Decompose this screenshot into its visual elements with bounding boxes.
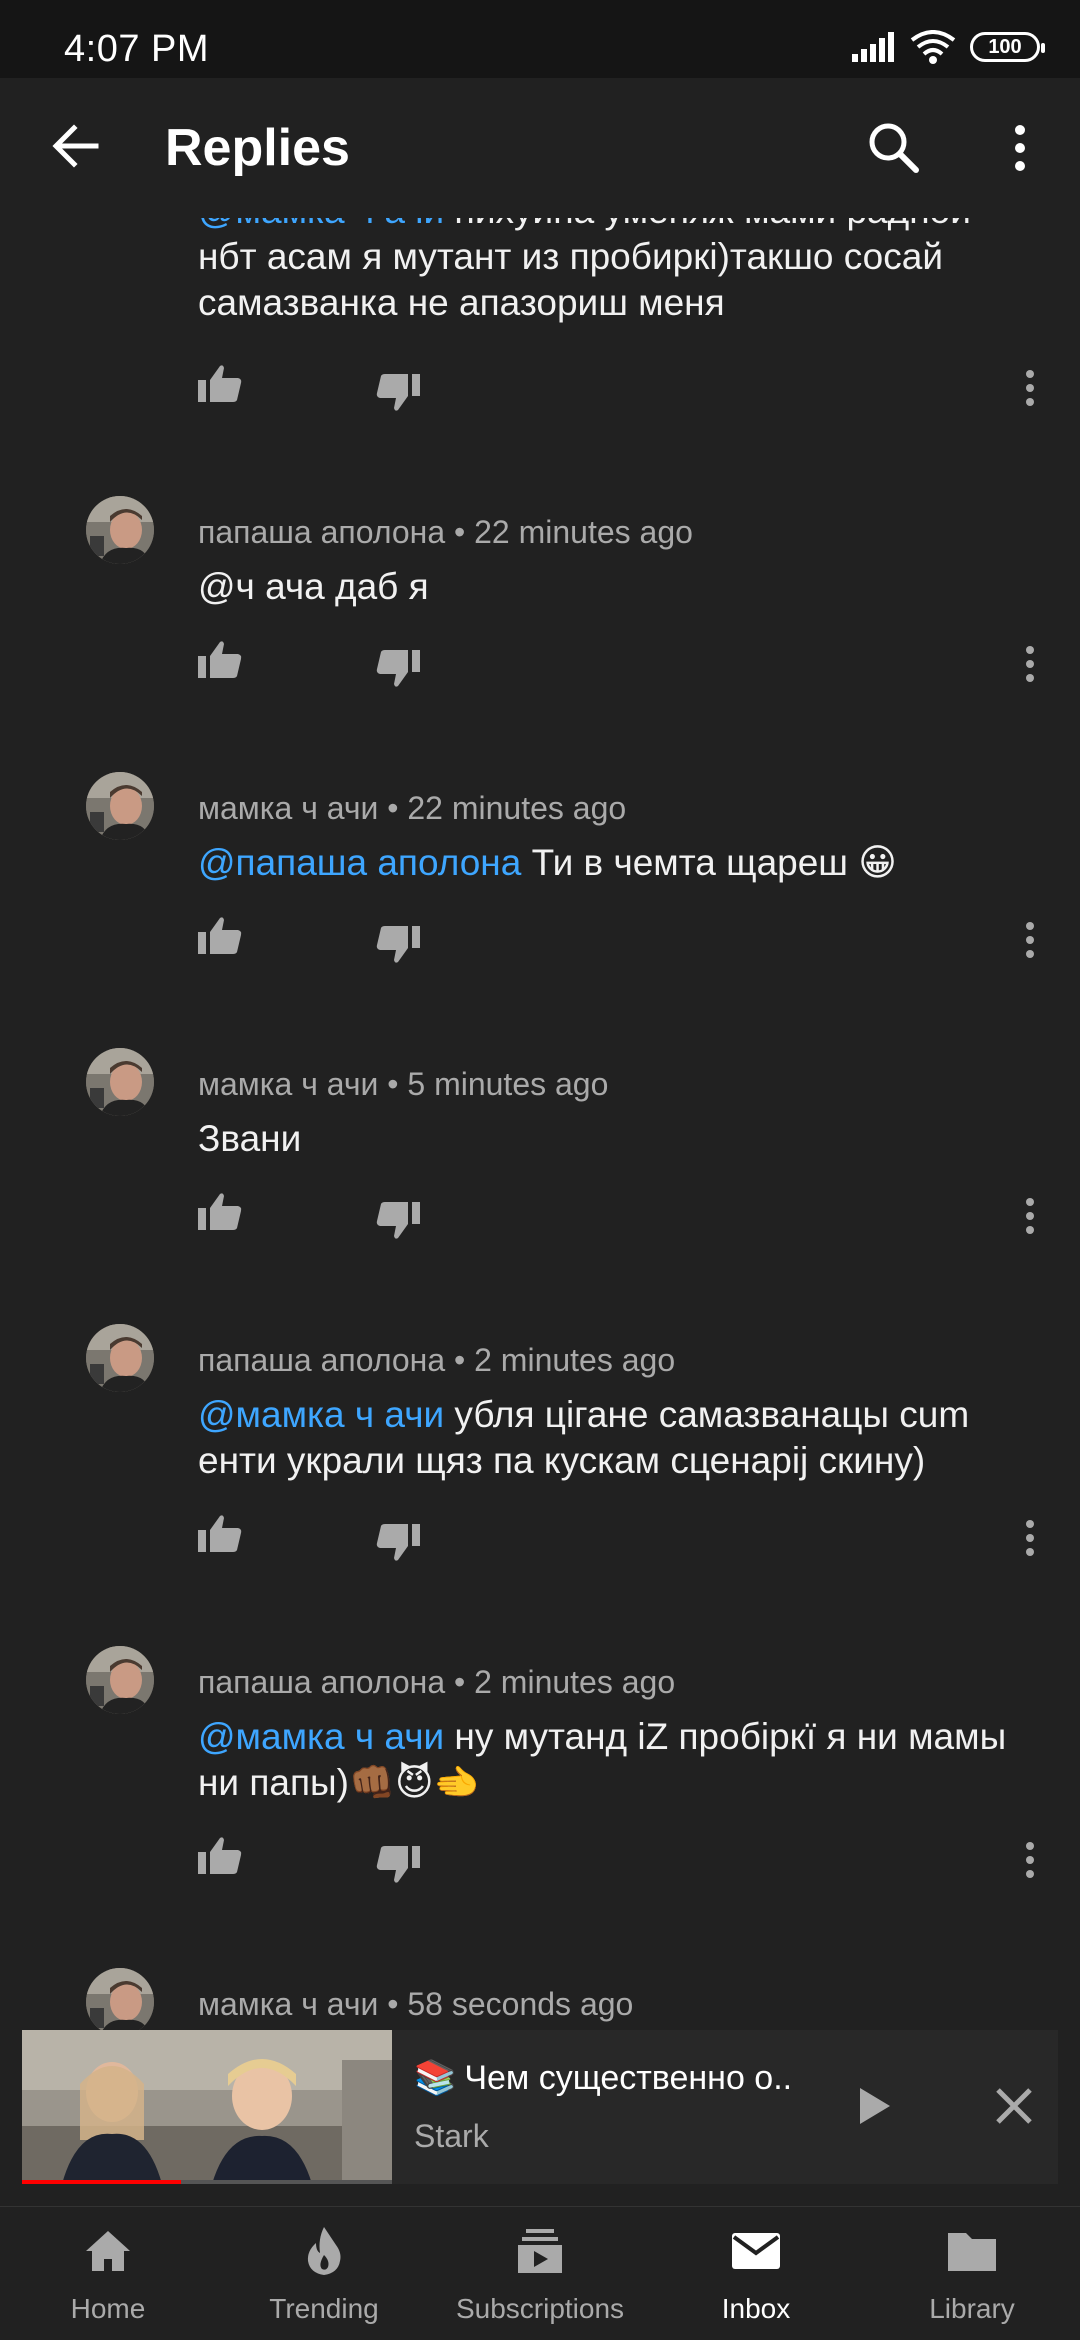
- comment-mention[interactable]: @мамка ч ачи: [198, 1716, 444, 1757]
- status-icons: 100: [852, 30, 1045, 64]
- meta-separator: •: [378, 1066, 408, 1102]
- comment-meta: папаша аполона • 2 minutes ago: [198, 1664, 675, 1701]
- play-icon[interactable]: [844, 2078, 900, 2134]
- dislike-icon[interactable]: [374, 1840, 422, 1888]
- nav-label: Trending: [269, 2293, 379, 2324]
- dislike-icon[interactable]: [374, 1196, 422, 1244]
- comment-meta: папаша аполона • 2 minutes ago: [198, 1342, 675, 1379]
- like-icon[interactable]: [196, 1510, 244, 1558]
- comment-mention[interactable]: @мамка ч ачи: [198, 1394, 444, 1435]
- comment-text-line: нихуина уменяж мами радной: [444, 218, 971, 231]
- nav-label: Subscriptions: [455, 2293, 625, 2324]
- inbox-mail-icon: [732, 2233, 780, 2269]
- comment-text: @ч ача даб я: [198, 566, 429, 607]
- comment-text-rest: нбт асам я мутант из пробиркі)такшо соса…: [198, 236, 944, 323]
- trending-flame-icon: [307, 2227, 341, 2275]
- avatar[interactable]: [86, 496, 154, 564]
- avatar[interactable]: [86, 1048, 154, 1116]
- mini-player-title: 📚 Чем существенно о..: [414, 2058, 792, 2098]
- avatar[interactable]: [86, 772, 154, 840]
- comment-age: 2 minutes ago: [474, 1342, 676, 1378]
- more-vert-icon[interactable]: [1000, 116, 1040, 180]
- avatar[interactable]: [86, 1646, 154, 1714]
- meta-separator: •: [378, 790, 408, 826]
- comment-menu-icon[interactable]: [1012, 1836, 1048, 1884]
- replies-list[interactable]: @мамка ч ачи нихуина уменяж мами радной …: [0, 218, 1080, 2030]
- battery-icon: 100: [970, 32, 1045, 62]
- comment-menu-icon[interactable]: [1012, 1192, 1048, 1240]
- avatar[interactable]: [86, 1968, 154, 2030]
- nav-trending[interactable]: Trending: [216, 2207, 432, 2340]
- comment-mention[interactable]: @мамка ч ачи: [198, 218, 444, 231]
- meta-separator: •: [378, 1986, 408, 2022]
- app-bar: Replies: [0, 78, 1080, 218]
- mini-player-progress: [22, 2180, 181, 2184]
- comment-text: Звани: [198, 1118, 302, 1159]
- comment-author[interactable]: папаша аполона: [198, 514, 445, 550]
- dislike-icon[interactable]: [374, 644, 422, 692]
- subscriptions-icon: [518, 2229, 562, 2273]
- comment-body: Ти в чемта щареш 😀: [521, 842, 897, 883]
- like-icon[interactable]: [196, 912, 244, 960]
- comment-author[interactable]: папаша аполона: [198, 1664, 445, 1700]
- comment-meta: папаша аполона • 22 minutes ago: [198, 514, 693, 551]
- like-icon[interactable]: [196, 636, 244, 684]
- dislike-icon[interactable]: [374, 1518, 422, 1566]
- comment-text: @папаша аполона Ти в чемта щареш 😀: [198, 840, 1038, 886]
- comment-author[interactable]: папаша аполона: [198, 1342, 445, 1378]
- comment-meta: мамка ч ачи • 22 minutes ago: [198, 790, 626, 827]
- close-icon[interactable]: [986, 2078, 1042, 2134]
- comment-author[interactable]: мамка ч ачи: [198, 1066, 378, 1102]
- comment-menu-icon[interactable]: [1012, 364, 1048, 412]
- search-icon[interactable]: [862, 116, 926, 180]
- nav-home[interactable]: Home: [0, 2207, 216, 2340]
- comment-menu-icon[interactable]: [1012, 916, 1048, 964]
- mini-player-channel: Stark: [414, 2118, 489, 2154]
- mini-player-title-text: Чем существенно о..: [464, 2058, 793, 2097]
- meta-separator: •: [445, 1342, 475, 1378]
- status-bar: 4:07 PM 100: [0, 0, 1080, 78]
- signal-icon: [852, 32, 894, 62]
- comment-age: 2 minutes ago: [474, 1664, 676, 1700]
- like-icon[interactable]: [196, 1832, 244, 1880]
- dislike-icon[interactable]: [374, 920, 422, 968]
- comment-author[interactable]: мамка ч ачи: [198, 790, 378, 826]
- comment-text: @мамка ч ачи убля цігане самазванацы cum…: [198, 1392, 1038, 1484]
- like-icon[interactable]: [196, 1188, 244, 1236]
- comment-text: @мамка ч ачи ну мутанд iZ пробіркї я ни …: [198, 1714, 1038, 1806]
- nav-library[interactable]: Library: [864, 2207, 1080, 2340]
- mini-player[interactable]: 📚 Чем существенно о.. Stark: [22, 2030, 1058, 2184]
- comment-author[interactable]: мамка ч ачи: [198, 1986, 378, 2022]
- comment-age: 58 seconds ago: [407, 1986, 634, 2022]
- comment-menu-icon[interactable]: [1012, 1514, 1048, 1562]
- dislike-icon[interactable]: [374, 368, 422, 416]
- library-folder-icon: [948, 2233, 996, 2271]
- like-icon[interactable]: [196, 360, 244, 408]
- comment-menu-icon[interactable]: [1012, 640, 1048, 688]
- avatar[interactable]: [86, 1324, 154, 1392]
- back-arrow-icon[interactable]: [44, 114, 108, 178]
- wifi-icon: [910, 30, 956, 64]
- comment-age: 5 minutes ago: [407, 1066, 609, 1102]
- nav-subscriptions[interactable]: Subscriptions: [432, 2207, 648, 2340]
- bottom-nav: Home Trending Subscriptions Inbox Librar…: [0, 2206, 1080, 2340]
- comment-meta: мамка ч ачи • 5 minutes ago: [198, 1066, 608, 1103]
- comment-meta: мамка ч ачи • 58 seconds ago: [198, 1986, 633, 2023]
- comment-age: 22 minutes ago: [407, 790, 627, 826]
- home-icon: [86, 2231, 130, 2271]
- comment-text: @мамка ч ачи нихуина уменяж мами радной …: [198, 218, 1038, 326]
- nav-inbox[interactable]: Inbox: [648, 2207, 864, 2340]
- meta-separator: •: [445, 1664, 475, 1700]
- page-title: Replies: [165, 119, 350, 177]
- nav-label: Home: [70, 2293, 146, 2324]
- books-emoji-icon: 📚: [414, 2059, 457, 2097]
- comment-age: 22 minutes ago: [474, 514, 693, 550]
- status-time: 4:07 PM: [64, 28, 210, 70]
- meta-separator: •: [445, 514, 475, 550]
- mini-player-thumbnail[interactable]: [22, 2030, 392, 2184]
- nav-label: Inbox: [721, 2293, 791, 2324]
- comment-mention[interactable]: @папаша аполона: [198, 842, 521, 883]
- nav-label: Library: [929, 2293, 1015, 2324]
